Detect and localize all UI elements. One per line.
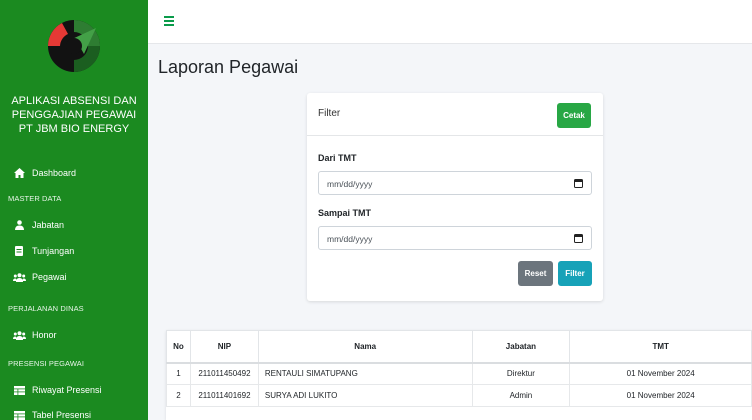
nav-section-presensi-pegawai: PRESENSI PEGAWAI [8,359,85,368]
reset-button[interactable]: Reset [518,261,553,286]
filter-card-header: Filter Cetak [307,93,603,136]
users-icon [12,330,26,340]
page-title: Laporan Pegawai [158,57,299,77]
sidebar-item-jabatan[interactable]: Jabatan [12,216,64,234]
nav-section-master-data: MASTER DATA [8,194,62,203]
cell-no: 1 [166,362,191,385]
column-header-no[interactable]: No [166,330,191,364]
dari-tmt-input[interactable]: mm/dd/yyyy [318,171,592,195]
table-header-row: No NIP Nama Jabatan TMT [166,330,752,364]
brand-line: APLIKASI ABSENSI DAN [11,95,137,107]
sidebar-item-label: Riwayat Presensi [32,385,102,395]
dari-tmt-label: Dari TMT [318,153,357,163]
sampai-tmt-placeholder: mm/dd/yyyy [327,234,373,244]
users-icon [12,272,26,282]
document-icon [12,246,26,256]
brand-line: PT JBM BIO ENERGY [18,123,130,135]
cell-no: 2 [166,384,191,407]
brand-line: PENGGAJIAN PEGAWAI [11,109,137,121]
filter-button[interactable]: Filter [558,261,592,286]
cell-tmt: 01 November 2024 [569,384,752,407]
pegawai-table-container: No NIP Nama Jabatan TMT 1 211011450492 R… [166,330,752,420]
filter-card: Filter Cetak Dari TMT mm/dd/yyyy Sampai … [307,93,603,301]
sidebar-item-label: Tabel Presensi [32,410,92,420]
sidebar-item-riwayat-presensi[interactable]: Riwayat Presensi [12,381,102,399]
app-brand: APLIKASI ABSENSI DAN PENGGAJIAN PEGAWAI … [8,94,140,136]
sidebar-item-label: Dashboard [32,168,77,178]
sidebar: APLIKASI ABSENSI DAN PENGGAJIAN PEGAWAI … [0,0,148,420]
nav-section-perjalanan-dinas: PERJALANAN DINAS [8,304,84,313]
table-row: 1 211011450492 RENTAULI SIMATUPANG Direk… [166,362,752,385]
calendar-icon[interactable] [574,233,583,243]
cell-nip: 211011450492 [189,362,259,385]
cell-nama: SURYA ADI LUKITO [257,384,473,407]
sidebar-item-label: Pegawai [32,272,67,282]
sampai-tmt-label: Sampai TMT [318,208,372,218]
table-icon [12,410,26,420]
cell-nip: 211011401692 [189,384,259,407]
sidebar-item-pegawai[interactable]: Pegawai [12,268,67,286]
table-icon [12,385,26,395]
cell-jabatan: Admin [471,384,571,407]
pegawai-table: No NIP Nama Jabatan TMT 1 211011450492 R… [166,330,752,407]
sidebar-item-label: Honor [32,330,57,340]
cetak-button[interactable]: Cetak [557,103,591,128]
sidebar-item-honor[interactable]: Honor [12,326,57,344]
sidebar-item-tunjangan[interactable]: Tunjangan [12,242,74,260]
user-tie-icon [12,220,26,230]
app-logo [48,20,100,72]
top-navbar [148,0,752,44]
home-icon [12,168,26,178]
column-header-nama[interactable]: Nama [257,330,473,364]
dari-tmt-placeholder: mm/dd/yyyy [327,179,373,189]
filter-card-title: Filter [318,108,341,119]
sidebar-item-tabel-presensi[interactable]: Tabel Presensi [12,406,91,420]
column-header-tmt[interactable]: TMT [569,330,752,364]
calendar-icon[interactable] [574,178,583,188]
column-header-jabatan[interactable]: Jabatan [471,330,571,364]
menu-toggle-icon[interactable] [164,16,174,26]
table-row: 2 211011401692 SURYA ADI LUKITO Admin 01… [166,384,752,407]
sidebar-item-label: Tunjangan [32,246,75,256]
cell-tmt: 01 November 2024 [569,362,752,385]
sidebar-item-dashboard[interactable]: Dashboard [12,164,76,182]
sidebar-item-label: Jabatan [32,220,65,230]
sampai-tmt-input[interactable]: mm/dd/yyyy [318,226,592,250]
cell-nama: RENTAULI SIMATUPANG [257,362,473,385]
column-header-nip[interactable]: NIP [189,330,259,364]
cell-jabatan: Direktur [471,362,571,385]
